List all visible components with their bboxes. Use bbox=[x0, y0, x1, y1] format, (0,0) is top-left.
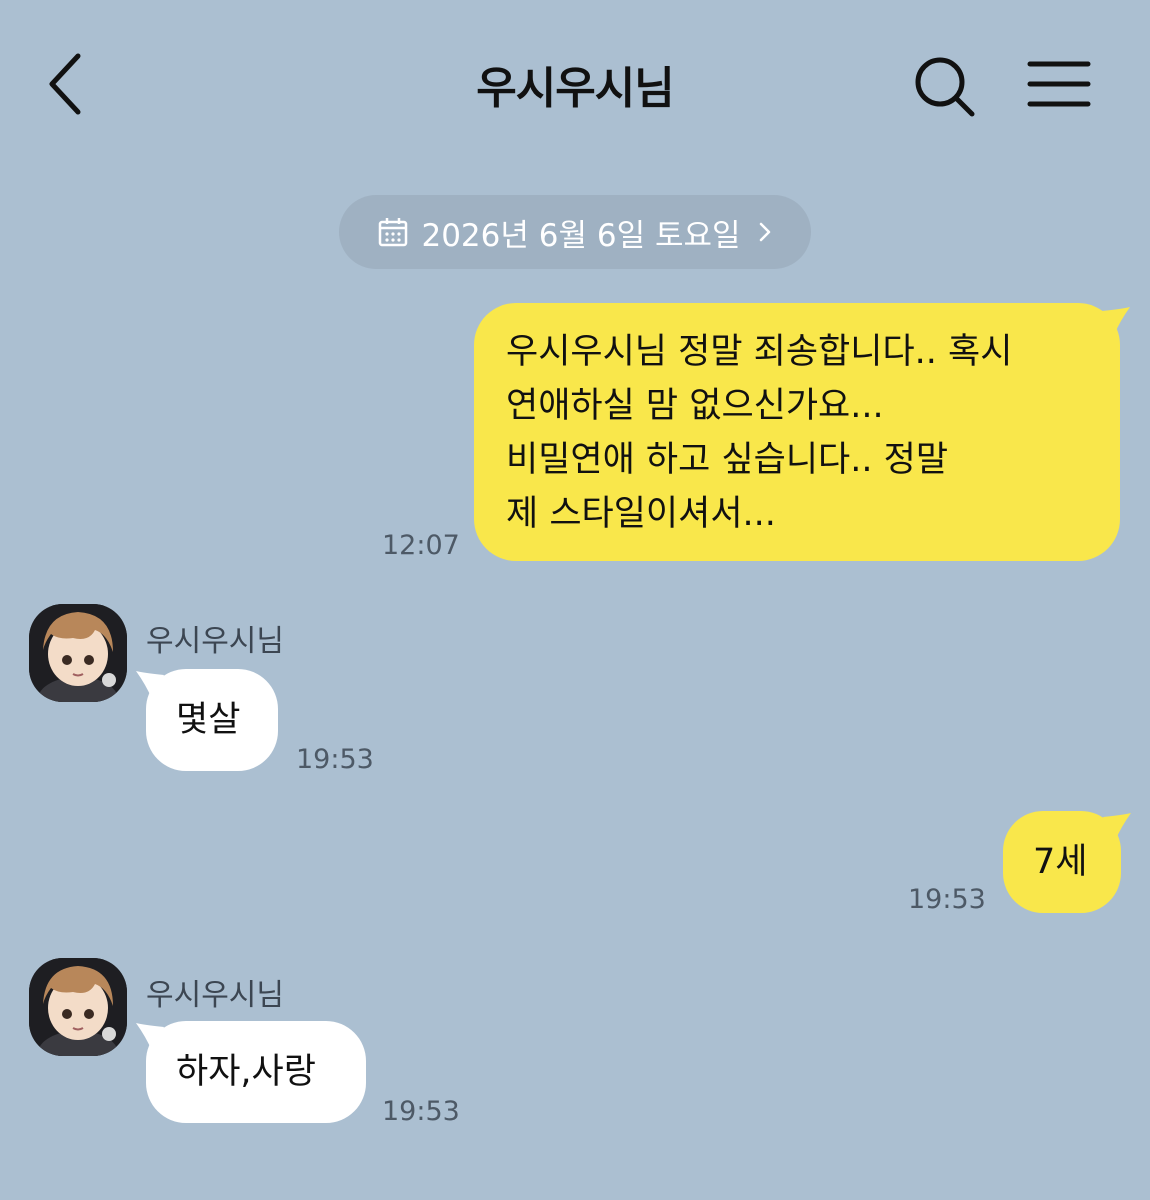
message-time: 19:53 bbox=[382, 1096, 460, 1127]
date-label: 2026년 6월 6일 토요일 bbox=[421, 217, 741, 254]
message-text: 몇살 bbox=[176, 700, 241, 740]
sender-name: 우시우시님 bbox=[146, 624, 284, 659]
message-time: 19:53 bbox=[908, 884, 986, 915]
avatar[interactable] bbox=[29, 958, 127, 1056]
hamburger-menu-icon bbox=[1027, 61, 1091, 107]
date-divider[interactable]: 2026년 6월 6일 토요일 bbox=[339, 195, 811, 269]
profile-picture bbox=[29, 604, 127, 702]
search-icon bbox=[915, 57, 975, 117]
message-line: 제 스타일이셔서... bbox=[506, 494, 776, 534]
search-button[interactable] bbox=[910, 52, 980, 122]
profile-picture bbox=[29, 958, 127, 1056]
bubble-tail bbox=[136, 1023, 164, 1051]
chevron-right-icon bbox=[759, 222, 770, 242]
message-text: 7세 bbox=[1033, 842, 1088, 882]
bubble-tail bbox=[136, 671, 164, 699]
sender-name: 우시우시님 bbox=[146, 978, 284, 1013]
bubble-tail bbox=[1102, 307, 1130, 335]
message-time: 12:07 bbox=[382, 530, 460, 561]
menu-button[interactable] bbox=[1024, 56, 1094, 112]
calendar-icon bbox=[379, 218, 408, 247]
avatar[interactable] bbox=[29, 604, 127, 702]
received-message-bubble[interactable]: 몇살 bbox=[136, 669, 278, 771]
message-line: 우시우시님 정말 죄송합니다.. 혹시 bbox=[506, 332, 1013, 372]
bubble-tail bbox=[1103, 813, 1131, 841]
message-text: 하자,사랑 bbox=[176, 1052, 316, 1092]
message-line: 연애하실 맘 없으신가요... bbox=[506, 386, 884, 426]
message-time: 19:53 bbox=[296, 744, 374, 775]
sent-message-bubble[interactable]: 우시우시님 정말 죄송합니다.. 혹시 연애하실 맘 없으신가요... 비밀연애… bbox=[474, 303, 1130, 561]
received-message-bubble[interactable]: 하자,사랑 bbox=[136, 1021, 366, 1123]
message-line: 비밀연애 하고 싶습니다.. 정말 bbox=[506, 440, 949, 480]
chat-header: 우시우시님 bbox=[0, 0, 1150, 170]
sent-message-bubble[interactable]: 7세 bbox=[1003, 811, 1131, 913]
